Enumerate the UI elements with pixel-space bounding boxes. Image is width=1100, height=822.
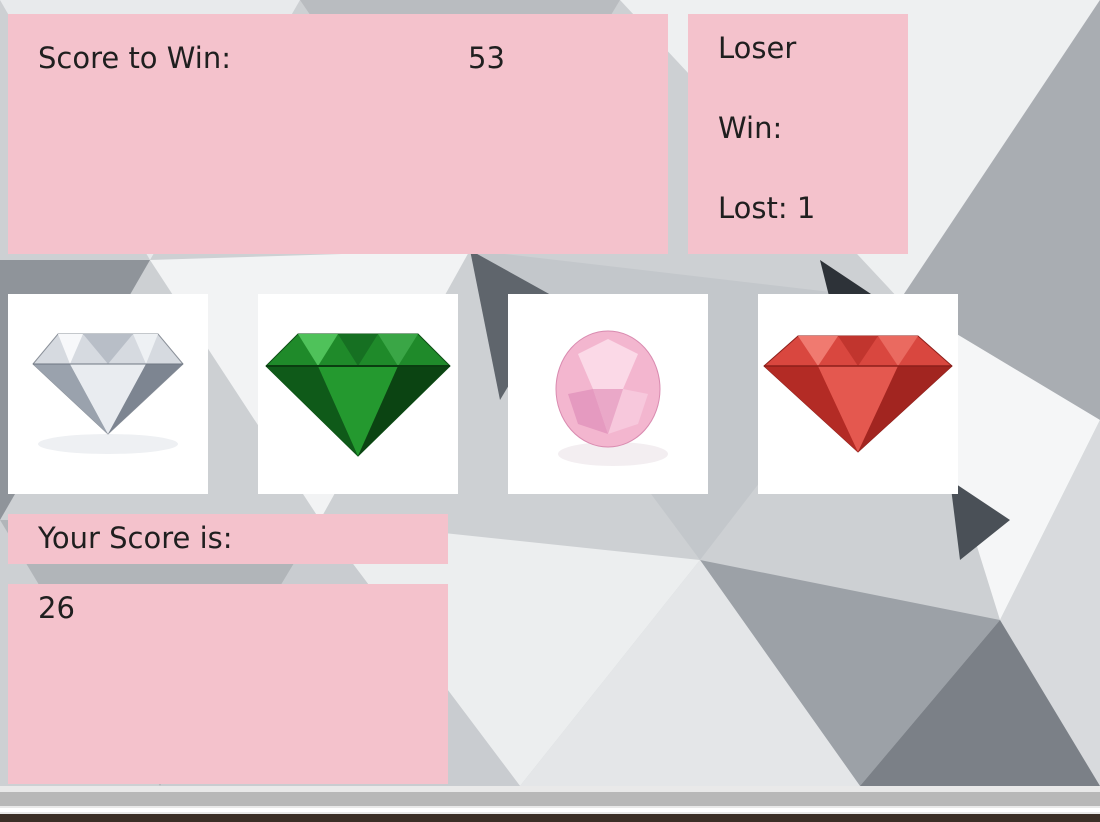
crystal-clear-diamond[interactable] [8,294,208,494]
your-score-value-panel: 26 [8,584,448,784]
crystal-pink-diamond[interactable] [508,294,708,494]
wins-counter: Win: [718,114,782,143]
your-score-value: 26 [38,591,75,625]
record-panel: Loser Win: Lost: 1 [688,14,908,254]
target-score-panel: Score to Win: 53 [8,14,668,254]
losses-value: 1 [796,191,816,225]
pink-diamond-icon [555,330,668,466]
red-ruby-icon [763,335,953,453]
crystal-red-ruby[interactable] [758,294,958,494]
target-score-label: Score to Win: [38,41,232,75]
losses-label: Lost: [718,191,788,225]
crystal-green-emerald[interactable] [258,294,458,494]
losses-counter: Lost: 1 [718,194,815,223]
your-score-label: Your Score is: [38,521,233,555]
wins-label: Win: [718,111,783,145]
green-emerald-icon [265,333,451,457]
game-status-text: Loser [718,31,797,65]
target-score-value: 53 [468,41,505,75]
your-score-label-panel: Your Score is: [8,514,448,564]
clear-diamond-icon [32,333,184,454]
footer-strip [0,786,1100,822]
